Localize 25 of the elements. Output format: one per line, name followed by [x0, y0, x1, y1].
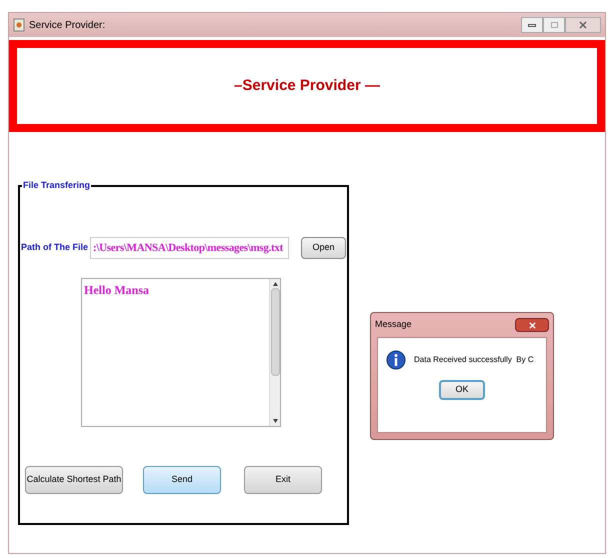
- ok-button[interactable]: OK: [439, 380, 485, 400]
- minimize-button[interactable]: [521, 17, 543, 33]
- action-button[interactable]: Exit: [244, 466, 322, 494]
- banner-title: –Service Provider —: [234, 76, 380, 96]
- close-button[interactable]: [515, 318, 549, 332]
- dialog-message: Data Received successfully By C: [414, 354, 534, 366]
- open-button[interactable]: Open: [301, 237, 346, 259]
- path-label: Path of The File: [21, 241, 88, 254]
- close-button[interactable]: [565, 17, 601, 33]
- window-title: Service Provider:: [29, 18, 106, 32]
- scroll-down-icon[interactable]: [272, 419, 278, 423]
- info-icon: [386, 350, 406, 370]
- close-icon: [528, 322, 536, 328]
- close-icon: [579, 21, 587, 29]
- message-text: Hello Mansa: [83, 282, 150, 299]
- scroll-thumb[interactable]: [270, 288, 280, 376]
- dialog-title: Message: [375, 318, 412, 332]
- group-title: File Transfering: [22, 179, 92, 192]
- scroll-up-icon[interactable]: [272, 282, 278, 286]
- action-button[interactable]: Calculate Shortest Path: [25, 466, 123, 494]
- app-icon: [13, 18, 25, 32]
- action-button[interactable]: Send: [143, 466, 221, 494]
- message-area[interactable]: Hello Mansa: [81, 278, 281, 427]
- scrollbar[interactable]: [269, 279, 280, 426]
- path-field[interactable]: :\Users\MANSA\Desktop\messages\msg.txt: [90, 237, 290, 259]
